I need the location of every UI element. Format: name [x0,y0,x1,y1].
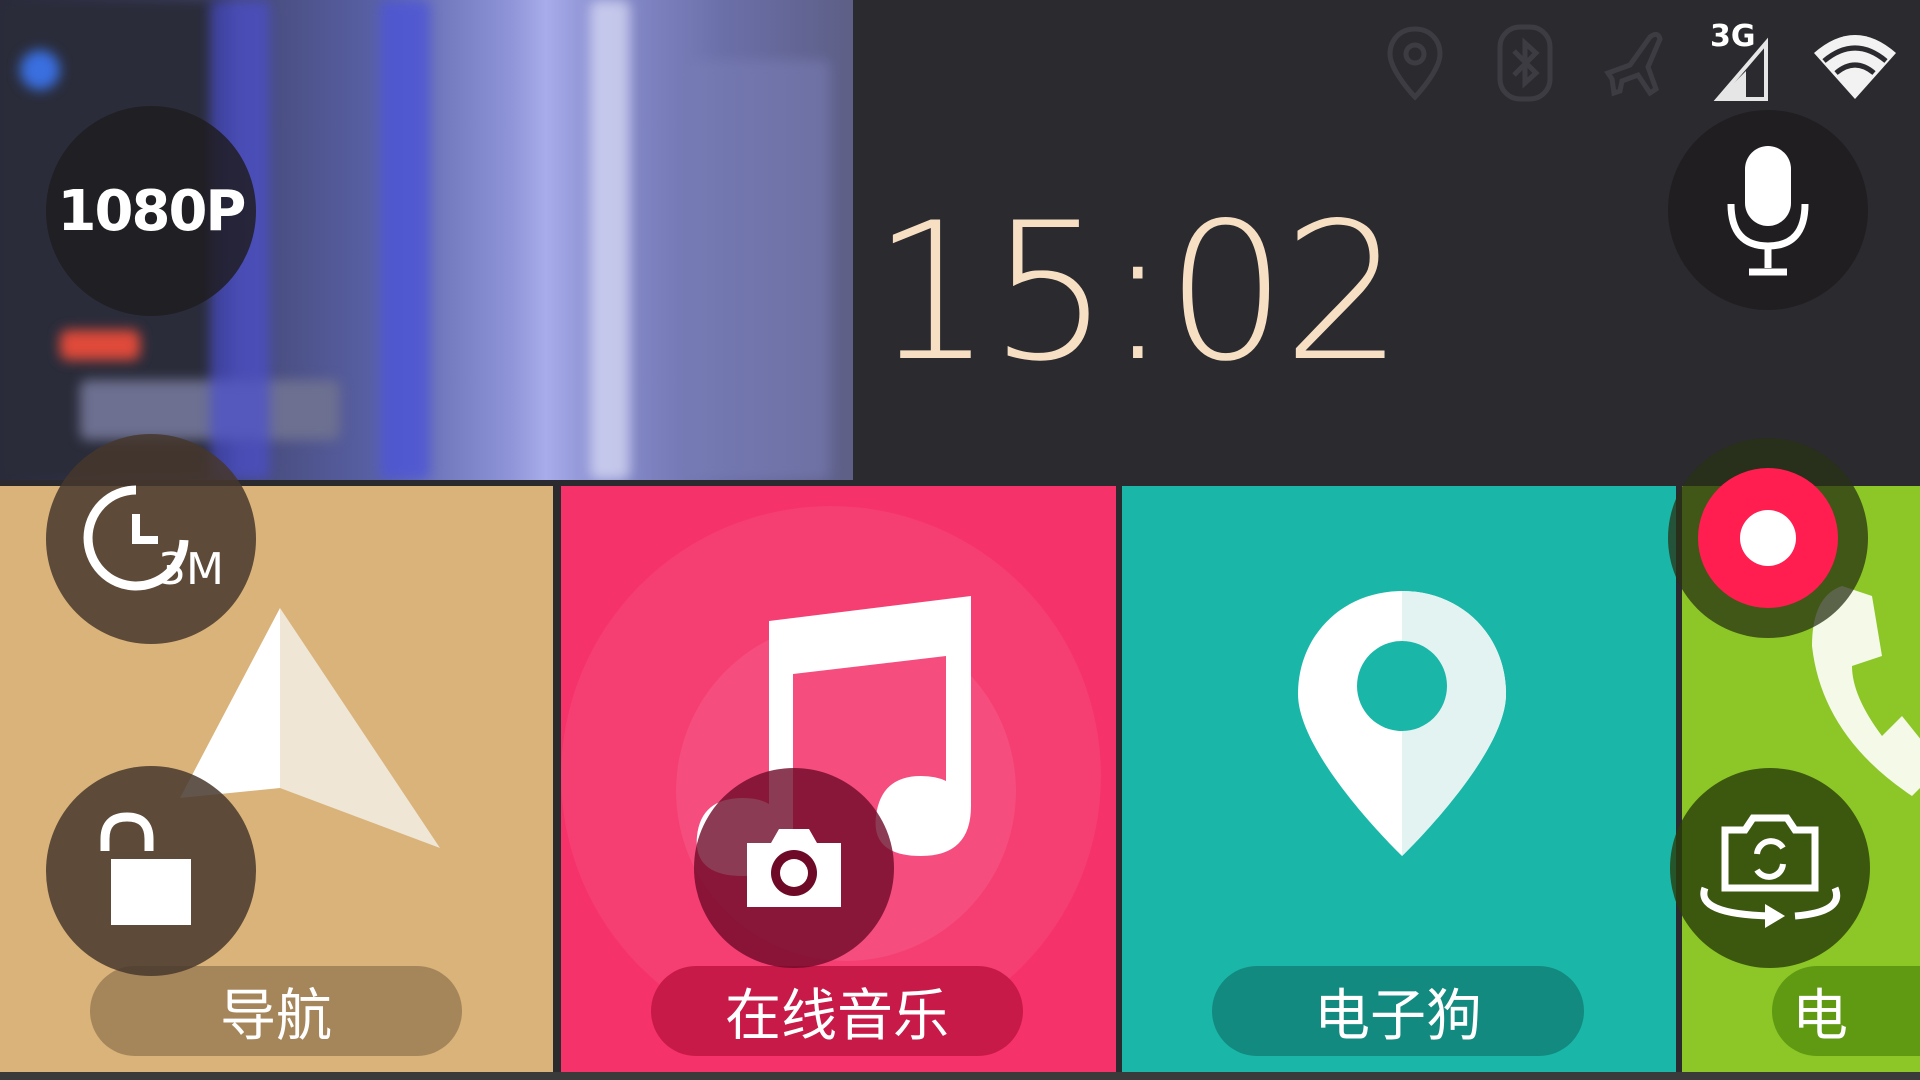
bluetooth-icon [1490,23,1560,103]
unlock-icon [100,812,191,925]
map-pin-icon [1298,591,1506,856]
resolution-button[interactable]: 1080P [46,106,256,316]
network-type-label: 3G [1710,19,1756,54]
status-bar: 3G [1380,18,1900,108]
resolution-label: 1080P [57,178,247,244]
snapshot-button[interactable] [694,768,894,968]
microphone-icon [1727,146,1809,276]
tile-label-speed-camera: 电子狗 [1212,966,1584,1056]
loop-duration-label: 3M [158,544,224,595]
clock-time: 15:02 [872,182,1404,403]
voice-input-button[interactable] [1668,110,1868,310]
signal-icon: 3G [1710,19,1770,103]
location-icon [1380,23,1450,103]
wifi-icon [1810,23,1900,103]
tile-label-phone: 电 [1772,966,1920,1056]
tile-speed-camera[interactable]: 电子狗 [1122,486,1676,1073]
switch-camera-button[interactable] [1670,768,1870,968]
record-indicator [1698,468,1838,608]
lock-button[interactable] [46,766,256,976]
record-button[interactable] [1668,438,1868,638]
loop-duration-button[interactable]: 3M [46,434,256,644]
switch-camera-icon [1700,814,1840,928]
bottom-divider [0,1072,1920,1080]
camera-icon [747,829,841,907]
tile-label-online-music: 在线音乐 [651,966,1023,1056]
tile-label-navigation: 导航 [90,966,462,1056]
airplane-icon [1600,23,1670,103]
